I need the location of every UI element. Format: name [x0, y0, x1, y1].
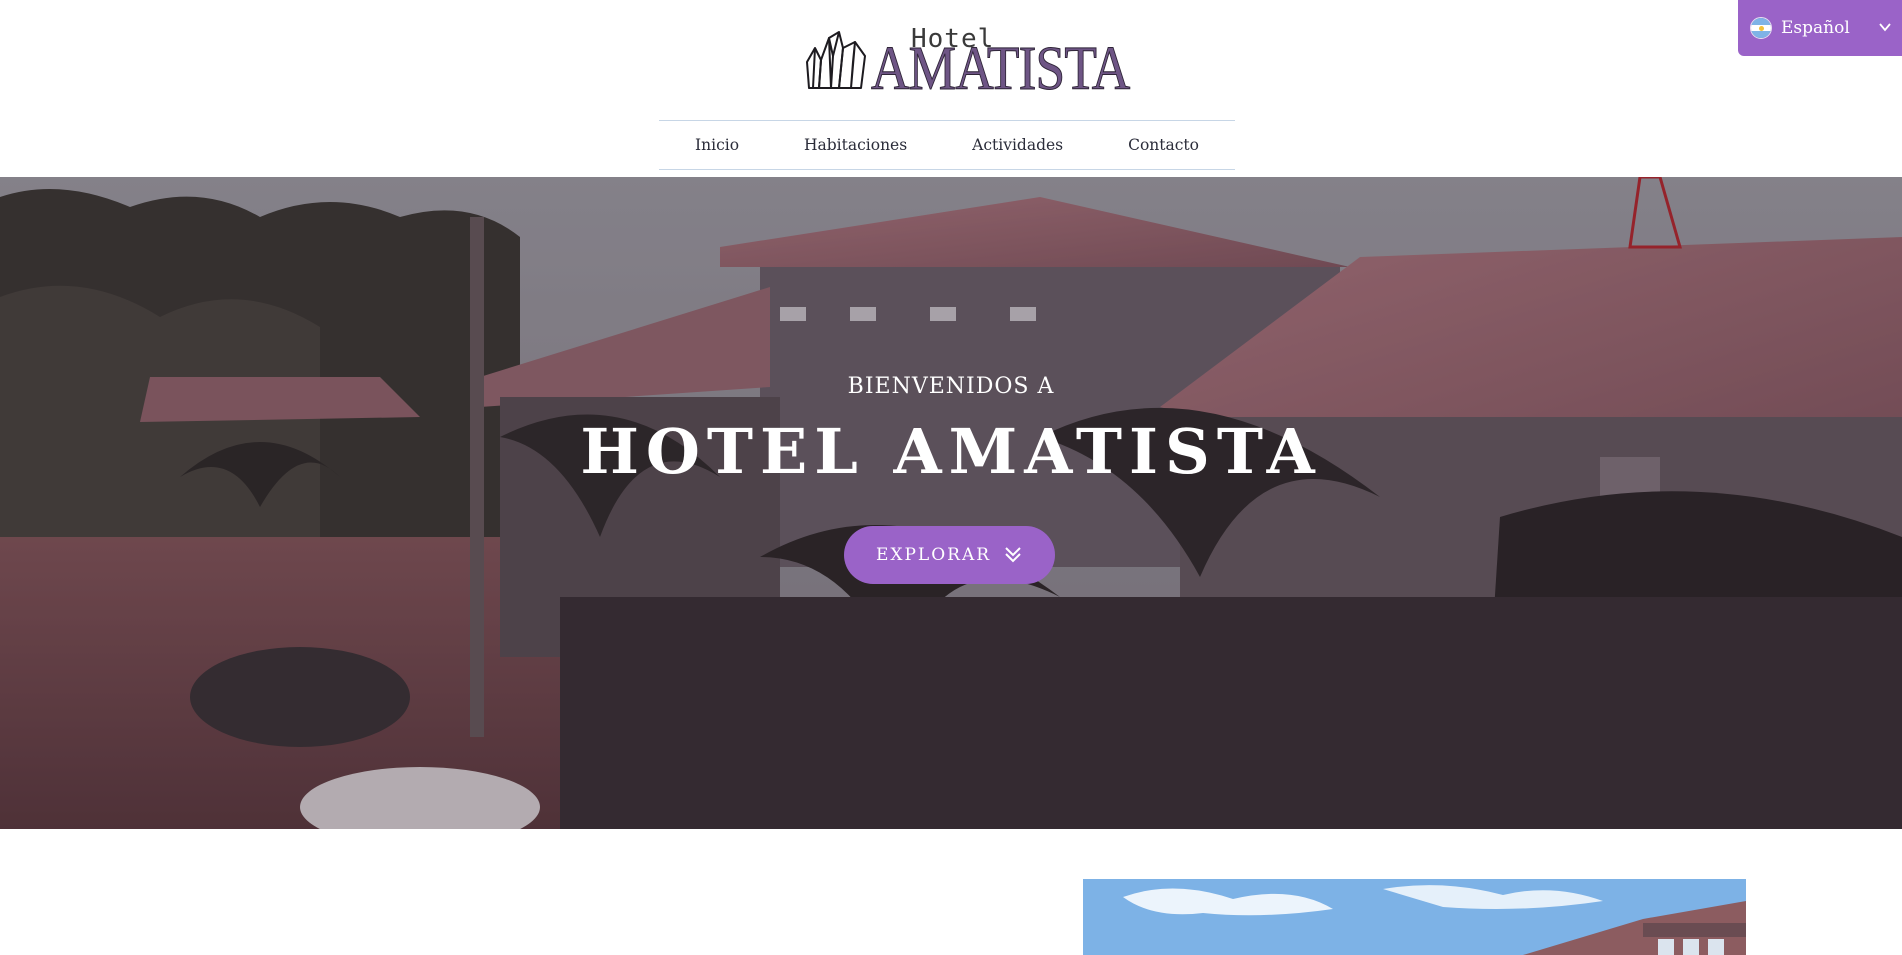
explore-button[interactable]: EXPLORAR [844, 526, 1055, 584]
language-selector[interactable]: Español [1738, 0, 1902, 56]
nav-link-contacto[interactable]: Contacto [1128, 136, 1199, 154]
amethyst-crystal-icon [806, 31, 866, 89]
language-selector-label: Español [1781, 18, 1850, 38]
nav-link-inicio[interactable]: Inicio [695, 136, 739, 154]
nav-link-actividades[interactable]: Actividades [972, 136, 1063, 154]
nav-link-habitaciones[interactable]: Habitaciones [804, 136, 907, 154]
main-nav: Inicio Habitaciones Actividades Contacto [659, 120, 1235, 170]
chevron-down-icon [1879, 23, 1891, 32]
site-logo[interactable]: Hotel AMATISTA [803, 24, 1131, 101]
explore-button-label: EXPLORAR [875, 545, 992, 565]
hero-overlay [0, 177, 1902, 829]
logo-hotel-name: AMATISTA [871, 35, 1131, 103]
hero-section: BIENVENIDOS A HOTEL AMATISTA EXPLORAR [0, 177, 1902, 829]
hero-title: HOTEL AMATISTA [580, 415, 1322, 488]
hero-subtitle: BIENVENIDOS A [847, 374, 1055, 399]
argentina-flag-icon [1750, 17, 1772, 39]
site-header: Hotel AMATISTA Inicio Habitaciones Activ… [0, 0, 1902, 177]
hotel-building-photo [1083, 879, 1746, 955]
double-chevron-down-icon [1005, 547, 1021, 563]
